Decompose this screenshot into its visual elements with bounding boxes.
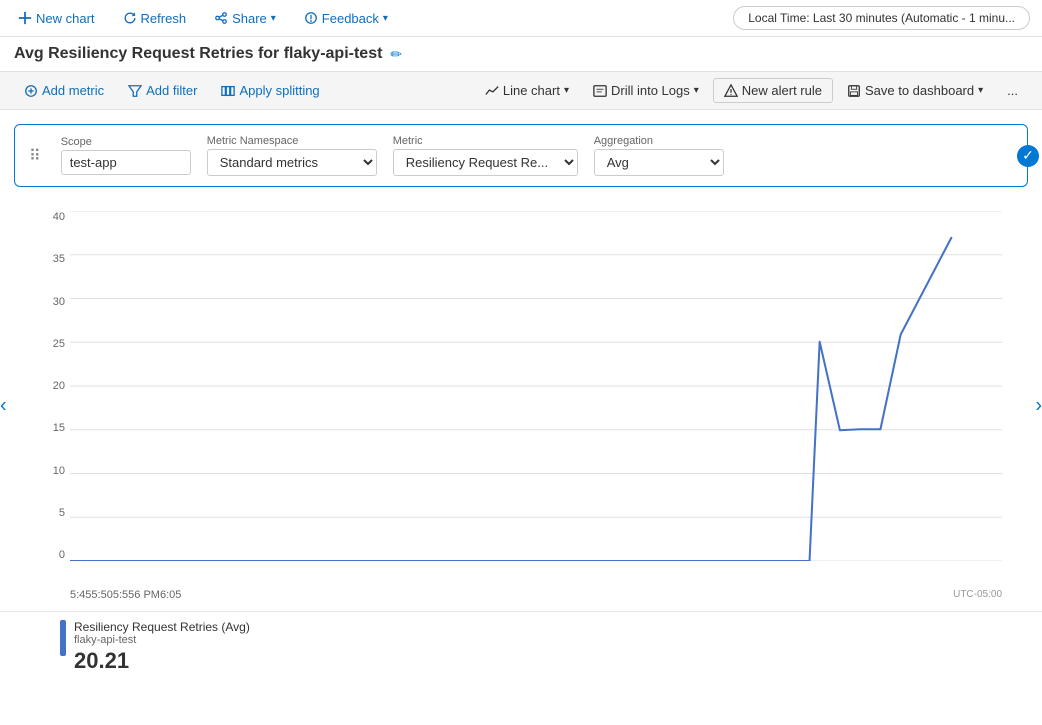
new-alert-rule-button[interactable]: New alert rule (713, 78, 833, 103)
x-label-555: 5:55 (113, 589, 134, 601)
add-filter-button[interactable]: Add filter (118, 78, 207, 103)
chart-prev-button[interactable]: ‹ (0, 395, 7, 418)
metric-select[interactable]: Resiliency Request Re... (393, 149, 578, 176)
refresh-button[interactable]: Refresh (117, 7, 193, 30)
action-bar: Add metric Add filter Apply splitting Li… (0, 71, 1042, 110)
utc-label: UTC-05:00 (953, 589, 1002, 601)
add-metric-icon (24, 84, 38, 98)
share-button[interactable]: Share ▾ (208, 7, 282, 30)
x-label-550: 5:50 (91, 589, 112, 601)
feedback-button[interactable]: Feedback ▾ (298, 7, 394, 30)
chart-wrapper: ‹ › 0 5 10 15 20 25 30 35 40 (0, 201, 1042, 611)
drag-handle-icon: ⠿ (29, 146, 41, 166)
alert-icon (724, 84, 738, 98)
add-metric-button[interactable]: Add metric (14, 78, 114, 103)
aggregation-select[interactable]: AvgSumMinMaxCount (594, 149, 724, 176)
feedback-chevron-icon: ▾ (383, 13, 388, 24)
metric-label: Metric (393, 135, 578, 147)
chart-area: 0 5 10 15 20 25 30 35 40 (30, 201, 1012, 611)
legend-content: Resiliency Request Retries (Avg) flaky-a… (74, 620, 250, 674)
filter-icon (128, 84, 142, 98)
aggregation-label: Aggregation (594, 135, 724, 147)
edit-title-icon[interactable]: ✏ (390, 46, 402, 63)
chart-next-button[interactable]: › (1035, 395, 1042, 418)
x-label-6pm: 6 PM (134, 589, 160, 601)
metric-group: Metric Resiliency Request Re... (393, 135, 578, 176)
top-toolbar: New chart Refresh Share ▾ Feedback ▾ Loc… (0, 0, 1042, 37)
apply-splitting-button[interactable]: Apply splitting (211, 78, 329, 103)
namespace-select[interactable]: Standard metrics (207, 149, 377, 176)
logs-icon (593, 84, 607, 98)
logs-chevron-icon: ▾ (694, 85, 699, 96)
scope-label: Scope (61, 136, 191, 148)
new-chart-button[interactable]: New chart (12, 7, 101, 30)
aggregation-group: Aggregation AvgSumMinMaxCount (594, 135, 724, 176)
save-icon (847, 84, 861, 98)
refresh-icon (123, 11, 137, 25)
share-chevron-icon: ▾ (271, 13, 276, 24)
config-check-icon: ✓ (1017, 145, 1039, 167)
splitting-icon (221, 84, 235, 98)
legend-title: Resiliency Request Retries (Avg) (74, 620, 250, 634)
legend: Resiliency Request Retries (Avg) flaky-a… (0, 612, 1042, 682)
scope-input[interactable] (61, 150, 191, 175)
legend-color-bar (60, 620, 66, 656)
line-chart-button[interactable]: Line chart ▾ (475, 78, 579, 103)
more-options-button[interactable]: ... (997, 78, 1028, 103)
scope-group: Scope (61, 136, 191, 175)
line-chart-icon (485, 84, 499, 98)
y-axis: 0 5 10 15 20 25 30 35 40 (30, 211, 65, 561)
x-axis: 5:45 5:50 5:55 6 PM 6:05 UTC-05:00 (70, 589, 1002, 601)
time-range-button[interactable]: Local Time: Last 30 minutes (Automatic -… (733, 6, 1030, 30)
x-label-545: 5:45 (70, 589, 91, 601)
namespace-label: Metric Namespace (207, 135, 377, 147)
chart-svg (70, 211, 1002, 561)
title-bar: Avg Resiliency Request Retries for flaky… (0, 37, 1042, 71)
namespace-group: Metric Namespace Standard metrics (207, 135, 377, 176)
page-title: Avg Resiliency Request Retries for flaky… (14, 45, 382, 63)
x-label-605: 6:05 (160, 589, 181, 601)
action-right-group: Line chart ▾ Drill into Logs ▾ New alert… (475, 78, 1028, 103)
feedback-icon (304, 11, 318, 25)
legend-value: 20.21 (74, 648, 250, 674)
save-chevron-icon: ▾ (978, 85, 983, 96)
line-chart-chevron-icon: ▾ (564, 85, 569, 96)
legend-subtitle: flaky-api-test (74, 634, 250, 646)
legend-row: Resiliency Request Retries (Avg) flaky-a… (60, 620, 982, 674)
metric-config-row: ⠿ Scope Metric Namespace Standard metric… (14, 124, 1028, 187)
plus-icon (18, 11, 32, 25)
save-to-dashboard-button[interactable]: Save to dashboard ▾ (837, 78, 993, 103)
share-icon (214, 11, 228, 25)
drill-into-logs-button[interactable]: Drill into Logs ▾ (583, 78, 709, 103)
